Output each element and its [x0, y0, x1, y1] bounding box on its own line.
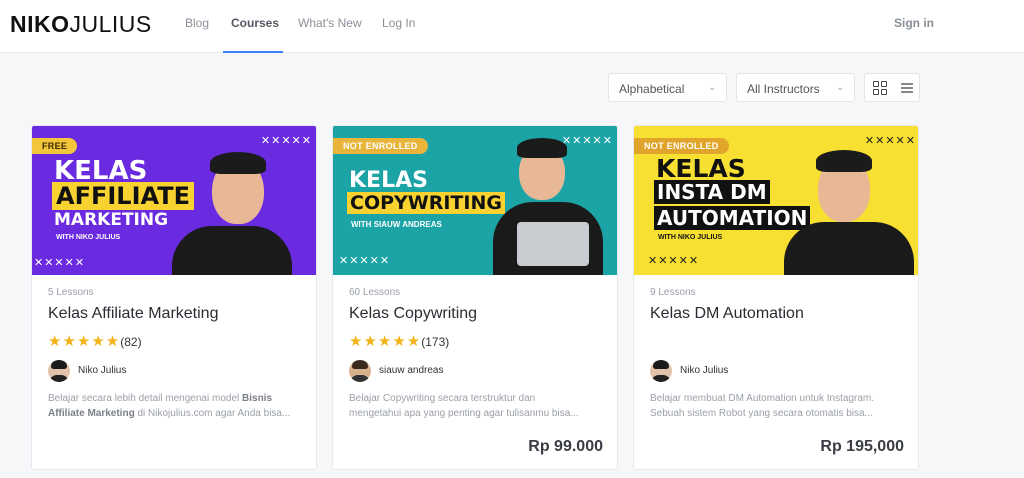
course-banner[interactable]: FREE ✕✕✕✕✕ KELAS AFFILIATE MARKETING WIT…	[32, 126, 316, 275]
course-title[interactable]: Kelas DM Automation	[650, 305, 804, 323]
course-description: Belajar Copywriting secara terstruktur d…	[349, 393, 579, 419]
sign-in-link[interactable]: Sign in	[894, 16, 934, 30]
list-view-icon[interactable]	[901, 83, 913, 93]
course-card-copywriting[interactable]: NOT ENROLLED ✕✕✕✕✕ KELAS COPYWRITING WIT…	[332, 125, 618, 470]
course-description: Belajar secara lebih detail mengenai mod…	[48, 393, 291, 419]
avatar	[349, 360, 371, 382]
banner-text: KELAS	[656, 154, 746, 183]
chevron-down-icon: ⌄	[708, 82, 716, 92]
lesson-count: 60 Lessons	[349, 287, 401, 298]
course-banner[interactable]: NOT ENROLLED ✕✕✕✕✕ KELAS INSTA DM AUTOMA…	[634, 126, 918, 275]
decoration: ✕✕✕✕✕	[260, 134, 312, 147]
avatar	[48, 360, 70, 382]
author-name: siauw andreas	[379, 365, 444, 376]
nav-blog[interactable]: Blog	[185, 16, 209, 30]
lesson-count: 5 Lessons	[48, 287, 94, 298]
decoration: ✕✕✕✕✕	[648, 254, 700, 267]
status-badge: FREE	[32, 138, 78, 154]
decoration: ✕✕✕✕✕	[864, 134, 916, 147]
status-badge: NOT ENROLLED	[634, 138, 729, 154]
author-name: Niko Julius	[680, 365, 729, 376]
grid-view-icon[interactable]	[873, 81, 887, 95]
chevron-down-icon: ⌄	[836, 82, 844, 92]
instructor-select[interactable]: All Instructors ⌄	[736, 73, 855, 102]
course-card-affiliate[interactable]: FREE ✕✕✕✕✕ KELAS AFFILIATE MARKETING WIT…	[31, 125, 317, 470]
banner-text: AUTOMATION	[654, 206, 811, 230]
decoration: ✕✕✕✕✕	[561, 134, 613, 147]
sort-select[interactable]: Alphabetical ⌄	[608, 73, 727, 102]
active-nav-underline	[223, 51, 283, 53]
banner-text: AFFILIATE	[52, 182, 194, 210]
course-banner[interactable]: NOT ENROLLED ✕✕✕✕✕ KELAS COPYWRITING WIT…	[333, 126, 617, 275]
banner-text: COPYWRITING	[347, 192, 505, 214]
view-toggle	[864, 73, 920, 102]
status-badge: NOT ENROLLED	[333, 138, 428, 154]
rating-count: (173)	[421, 335, 450, 349]
nav-log-in[interactable]: Log In	[382, 16, 415, 30]
top-navbar: NIKOJULIUS Blog Courses What's New Log I…	[0, 0, 1024, 53]
course-rating: ★★★★★(173)	[349, 332, 449, 350]
nav-courses[interactable]: Courses	[231, 16, 279, 30]
star-rating-icon: ★★★★★	[48, 333, 121, 350]
decoration: ✕✕✕✕✕	[34, 256, 86, 269]
course-description: Belajar membuat DM Automation untuk Inst…	[650, 393, 874, 419]
decoration: ✕✕✕✕✕	[339, 254, 391, 267]
banner-text: INSTA DM	[654, 180, 770, 204]
lesson-count: 9 Lessons	[650, 287, 696, 298]
site-logo[interactable]: NIKOJULIUS	[10, 11, 152, 38]
banner-subtext: WITH NIKO JULIUS	[658, 234, 723, 241]
avatar	[650, 360, 672, 382]
course-title[interactable]: Kelas Copywriting	[349, 305, 477, 323]
author-name: Niko Julius	[78, 365, 127, 376]
sort-select-value: Alphabetical	[619, 82, 685, 96]
rating-count: (82)	[120, 335, 142, 349]
course-rating: ★★★★★(82)	[48, 332, 142, 350]
banner-subtext: WITH NIKO JULIUS	[56, 234, 121, 241]
course-price: Rp 99.000	[528, 438, 603, 455]
course-price: Rp 195,000	[820, 438, 904, 455]
course-title[interactable]: Kelas Affiliate Marketing	[48, 305, 218, 323]
banner-text: KELAS	[349, 168, 428, 193]
instructor-select-value: All Instructors	[747, 82, 820, 96]
banner-subtext: WITH SIAUW ANDREAS	[351, 220, 442, 229]
course-card-dm-automation[interactable]: NOT ENROLLED ✕✕✕✕✕ KELAS INSTA DM AUTOMA…	[633, 125, 919, 470]
star-rating-icon: ★★★★★	[349, 333, 422, 350]
banner-text: MARKETING	[54, 210, 169, 230]
nav-whats-new[interactable]: What's New	[298, 16, 362, 30]
